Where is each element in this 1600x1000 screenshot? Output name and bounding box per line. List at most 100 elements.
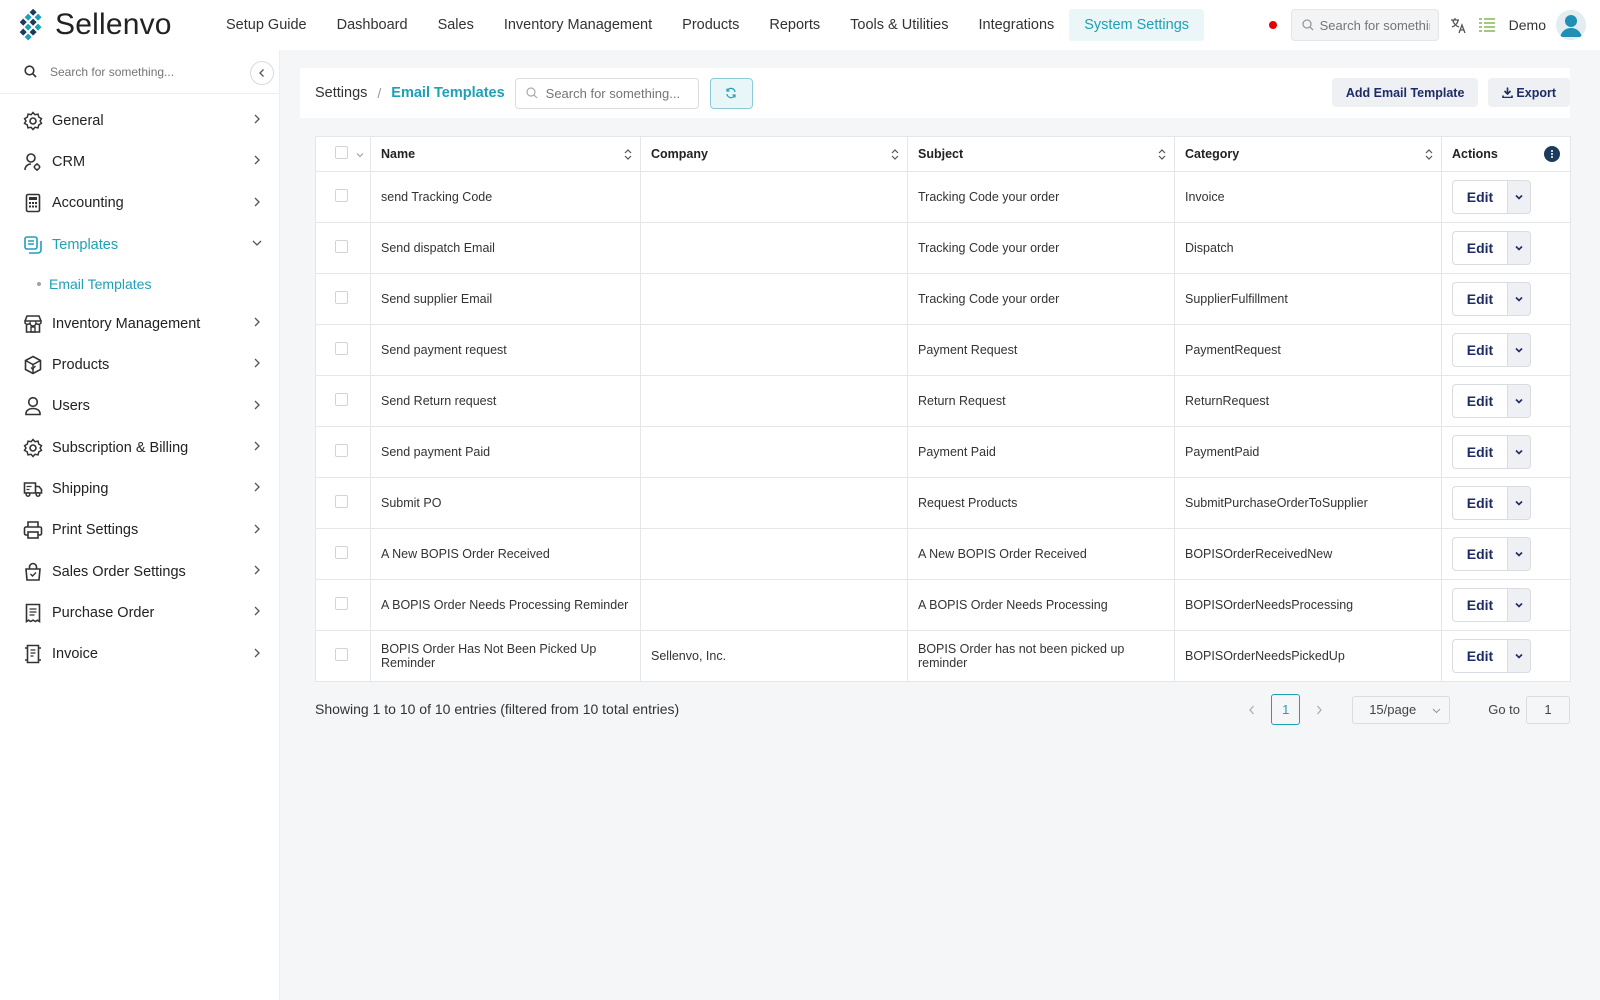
next-page-button[interactable] bbox=[1308, 705, 1330, 715]
column-header-company[interactable]: Company bbox=[640, 136, 908, 172]
sidebar-search-input[interactable] bbox=[50, 64, 180, 79]
nav-system-settings[interactable]: System Settings bbox=[1069, 9, 1205, 41]
avatar[interactable] bbox=[1556, 10, 1586, 40]
sidebar-item-users[interactable]: Users bbox=[0, 386, 279, 427]
table-row[interactable]: Send dispatch Email Tracking Code your or… bbox=[315, 222, 1571, 274]
sidebar-search[interactable] bbox=[0, 50, 279, 94]
info-icon[interactable] bbox=[1544, 146, 1560, 162]
edit-button[interactable]: Edit bbox=[1452, 180, 1507, 214]
translate-icon[interactable] bbox=[1448, 15, 1468, 35]
edit-dropdown-button[interactable] bbox=[1507, 333, 1531, 367]
edit-button[interactable]: Edit bbox=[1452, 537, 1507, 571]
edit-button[interactable]: Edit bbox=[1452, 384, 1507, 418]
sidebar-item-sales-order-settings[interactable]: Sales Order Settings bbox=[0, 551, 279, 592]
sidebar-item-products[interactable]: Products bbox=[0, 344, 279, 385]
nav-dashboard[interactable]: Dashboard bbox=[322, 9, 423, 41]
select-all-header[interactable] bbox=[315, 136, 371, 172]
sidebar-item-crm[interactable]: CRM bbox=[0, 141, 279, 182]
sidebar-item-subscription-billing[interactable]: Subscription & Billing bbox=[0, 427, 279, 468]
add-email-template-button[interactable]: Add Email Template bbox=[1331, 78, 1479, 107]
table-row[interactable]: Send payment request Payment Request Payme… bbox=[315, 324, 1571, 376]
edit-dropdown-button[interactable] bbox=[1507, 588, 1531, 622]
export-button[interactable]: Export bbox=[1488, 78, 1570, 107]
edit-dropdown-button[interactable] bbox=[1507, 486, 1531, 520]
edit-dropdown-button[interactable] bbox=[1507, 384, 1531, 418]
breadcrumb-parent[interactable]: Settings bbox=[315, 85, 367, 101]
edit-button[interactable]: Edit bbox=[1452, 588, 1507, 622]
nav-reports[interactable]: Reports bbox=[754, 9, 835, 41]
table-row[interactable]: A BOPIS Order Needs Processing Reminder A… bbox=[315, 579, 1571, 631]
list-settings-icon[interactable] bbox=[1477, 15, 1497, 35]
sidebar-subitem-email-templates[interactable]: Email Templates bbox=[0, 265, 279, 303]
row-checkbox[interactable] bbox=[335, 546, 348, 559]
edit-dropdown-button[interactable] bbox=[1507, 639, 1531, 673]
column-header-name[interactable]: Name bbox=[370, 136, 641, 172]
sort-icon[interactable] bbox=[1425, 148, 1433, 161]
sidebar-item-accounting[interactable]: Accounting bbox=[0, 183, 279, 224]
nav-sales[interactable]: Sales bbox=[423, 9, 489, 41]
chevron-right-icon bbox=[1317, 705, 1323, 714]
page-size-select[interactable]: 15/page bbox=[1352, 695, 1451, 724]
edit-dropdown-button[interactable] bbox=[1507, 537, 1531, 571]
table-row[interactable]: BOPIS Order Has Not Been Picked Up Remin… bbox=[315, 630, 1571, 682]
nav-setup-guide[interactable]: Setup Guide bbox=[211, 9, 322, 41]
table-row[interactable]: send Tracking Code Tracking Code your ord… bbox=[315, 171, 1571, 223]
select-all-checkbox[interactable] bbox=[335, 146, 348, 159]
collapse-sidebar-button[interactable] bbox=[250, 61, 274, 85]
table-row[interactable]: Submit PO Request Products SubmitPurchaseO… bbox=[315, 477, 1571, 529]
nav-integrations[interactable]: Integrations bbox=[963, 9, 1069, 41]
table-search-box[interactable] bbox=[514, 77, 699, 109]
sidebar-item-print-settings[interactable]: Print Settings bbox=[0, 510, 279, 551]
nav-products[interactable]: Products bbox=[667, 9, 754, 41]
nav-inventory-management[interactable]: Inventory Management bbox=[489, 9, 667, 41]
edit-button[interactable]: Edit bbox=[1452, 639, 1507, 673]
row-checkbox[interactable] bbox=[335, 240, 348, 253]
table-row[interactable]: Send Return request Return Request ReturnR… bbox=[315, 375, 1571, 427]
row-checkbox[interactable] bbox=[335, 495, 348, 508]
row-checkbox[interactable] bbox=[335, 597, 348, 610]
nav-tools-utilities[interactable]: Tools & Utilities bbox=[835, 9, 963, 41]
edit-button[interactable]: Edit bbox=[1452, 231, 1507, 265]
sort-icon[interactable] bbox=[1158, 148, 1166, 161]
edit-button[interactable]: Edit bbox=[1452, 333, 1507, 367]
row-checkbox[interactable] bbox=[335, 648, 348, 661]
user-name[interactable]: Demo bbox=[1509, 17, 1546, 33]
refresh-button[interactable] bbox=[709, 77, 753, 109]
row-checkbox[interactable] bbox=[335, 342, 348, 355]
table-search-input[interactable] bbox=[545, 85, 686, 101]
edit-button[interactable]: Edit bbox=[1452, 486, 1507, 520]
edit-dropdown-button[interactable] bbox=[1507, 435, 1531, 469]
top-search-box[interactable] bbox=[1290, 9, 1439, 41]
table-row[interactable]: Send payment Paid Payment Paid PaymentPaid… bbox=[315, 426, 1571, 478]
sidebar-item-inventory-management[interactable]: Inventory Management bbox=[0, 303, 279, 344]
chevron-right-icon bbox=[254, 359, 260, 368]
goto-page-input[interactable]: 1 bbox=[1526, 695, 1570, 724]
sort-icon[interactable] bbox=[891, 148, 899, 161]
sort-icon[interactable] bbox=[624, 148, 632, 161]
table-row[interactable]: A New BOPIS Order Received A New BOPIS Or… bbox=[315, 528, 1571, 580]
chevron-down-icon[interactable] bbox=[356, 151, 364, 159]
sidebar-item-templates[interactable]: Templates bbox=[0, 224, 279, 265]
row-checkbox[interactable] bbox=[335, 291, 348, 304]
row-checkbox[interactable] bbox=[335, 189, 348, 202]
brand-logo[interactable]: Sellenvo bbox=[0, 7, 200, 43]
edit-dropdown-button[interactable] bbox=[1507, 231, 1531, 265]
row-checkbox[interactable] bbox=[335, 393, 348, 406]
column-header-subject[interactable]: Subject bbox=[907, 136, 1175, 172]
prev-page-button[interactable] bbox=[1241, 705, 1263, 715]
edit-button[interactable]: Edit bbox=[1452, 282, 1507, 316]
sidebar-item-invoice[interactable]: Invoice bbox=[0, 634, 279, 675]
edit-dropdown-button[interactable] bbox=[1507, 180, 1531, 214]
sidebar-item-purchase-order[interactable]: Purchase Order bbox=[0, 592, 279, 633]
sidebar-item-general[interactable]: General bbox=[0, 100, 279, 141]
top-search-input[interactable] bbox=[1319, 17, 1430, 33]
sidebar-item-label: Print Settings bbox=[52, 522, 139, 539]
sidebar-item-shipping[interactable]: Shipping bbox=[0, 468, 279, 509]
edit-button[interactable]: Edit bbox=[1452, 435, 1507, 469]
row-checkbox[interactable] bbox=[335, 444, 348, 457]
edit-dropdown-button[interactable] bbox=[1507, 282, 1531, 316]
table-row[interactable]: Send supplier Email Tracking Code your or… bbox=[315, 273, 1571, 325]
page-number-button[interactable]: 1 bbox=[1271, 694, 1301, 725]
sidebar-item-label: Templates bbox=[52, 236, 119, 253]
column-header-category[interactable]: Category bbox=[1174, 136, 1442, 172]
